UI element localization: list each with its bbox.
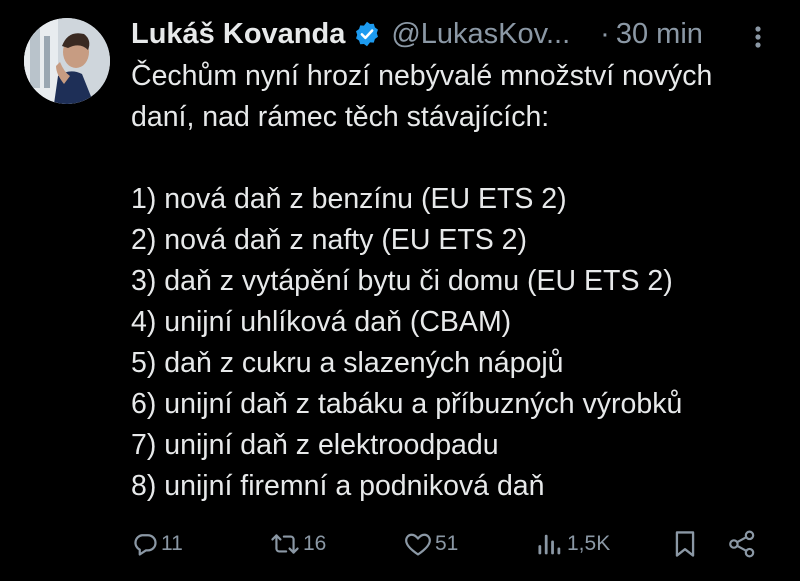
views-chart-icon <box>538 534 561 555</box>
tweet-text-line: 1) nová daň z benzínu (EU ETS 2) <box>131 183 567 215</box>
views-count: 1,5K <box>567 532 611 555</box>
verified-badge-icon <box>353 20 381 48</box>
tweet-text-line: 2) nová daň z nafty (EU ETS 2) <box>131 224 528 256</box>
tweet-text-line: 5) daň z cukru a slazených nápojů <box>131 347 564 379</box>
tweet: Lukáš Kovanda @LukasKov... · 30 min Čech… <box>0 0 800 581</box>
tweet-text-line: 4) unijní uhlíková daň (CBAM) <box>131 306 512 338</box>
avatar-image <box>24 18 110 104</box>
tweet-text-line: 6) unijní daň z tabáku a příbuzných výro… <box>131 388 683 420</box>
tweet-text-line: 3) daň z vytápění bytu či domu (EU ETS 2… <box>131 265 673 297</box>
reply-count: 11 <box>161 532 183 555</box>
separator-dot: · <box>600 18 610 50</box>
bookmark-icon <box>675 531 695 557</box>
repost-count: 16 <box>303 532 327 555</box>
repost-button[interactable]: 16 <box>269 526 326 562</box>
tweet-text-line: 7) unijní daň z elektroodpadu <box>131 429 499 461</box>
tweet-text-line: Čechům nyní hrozí nebývalé množství nový… <box>131 60 713 92</box>
avatar[interactable] <box>24 18 110 104</box>
author-name[interactable]: Lukáš Kovanda <box>131 16 345 52</box>
author-handle[interactable]: @LukasKov... <box>391 16 570 52</box>
more-options-icon[interactable] <box>748 22 768 52</box>
share-icon <box>729 530 755 558</box>
repost-icon <box>271 534 299 554</box>
tweet-header: Lukáš Kovanda @LukasKov... · 30 min <box>131 14 781 54</box>
tweet-text-line: daní, nad rámec těch stávajících: <box>131 101 550 133</box>
share-button[interactable] <box>727 526 757 562</box>
like-count: 51 <box>435 532 459 555</box>
reply-button[interactable]: 11 <box>131 526 183 562</box>
timestamp[interactable]: 30 min <box>616 16 703 52</box>
like-button[interactable]: 51 <box>403 526 458 562</box>
heart-icon <box>405 533 431 556</box>
action-bar: 11 16 51 1,5K <box>131 526 771 562</box>
bookmark-button[interactable] <box>671 526 699 562</box>
views-button[interactable]: 1,5K <box>535 526 610 562</box>
reply-icon <box>134 534 157 556</box>
tweet-text: Čechům nyní hrozí nebývalé množství nový… <box>131 56 786 507</box>
tweet-text-line: 8) unijní firemní a podniková daň <box>131 470 545 502</box>
